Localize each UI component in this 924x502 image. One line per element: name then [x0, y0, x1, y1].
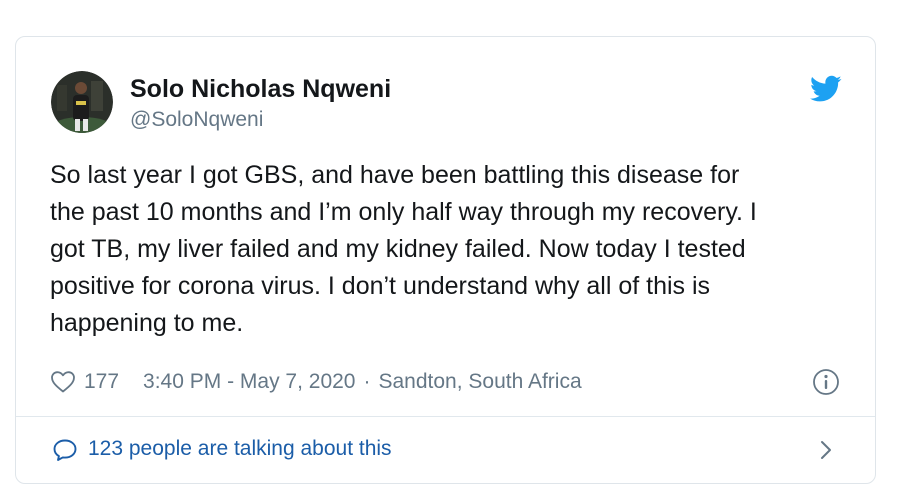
conversation-link[interactable]: 123 people are talking about this [16, 417, 875, 483]
avatar-photo [51, 71, 113, 133]
like-count[interactable]: 177 [84, 370, 119, 394]
chevron-right-icon[interactable] [817, 438, 835, 462]
location[interactable]: Sandton, South Africa [379, 370, 582, 394]
speech-bubble-icon [52, 438, 78, 462]
talking-count-link[interactable]: 123 people are talking about this [88, 437, 392, 461]
tweet-card: Solo Nicholas Nqweni @SoloNqweni So last… [15, 36, 876, 484]
author-handle[interactable]: @SoloNqweni [130, 108, 263, 132]
info-icon[interactable] [812, 368, 840, 396]
twitter-bird-icon[interactable] [810, 75, 842, 103]
avatar[interactable] [51, 71, 113, 133]
heart-icon[interactable] [50, 370, 76, 394]
tweet-text: So last year I got GBS, and have been ba… [50, 161, 757, 337]
author-display-name[interactable]: Solo Nicholas Nqweni [130, 75, 391, 104]
meta-separator: · [363, 370, 371, 393]
timestamp[interactable]: 3:40 PM - May 7, 2020 [143, 370, 355, 394]
tweet-meta: 177 3:40 PM - May 7, 2020 · Sandton, Sou… [50, 367, 582, 397]
